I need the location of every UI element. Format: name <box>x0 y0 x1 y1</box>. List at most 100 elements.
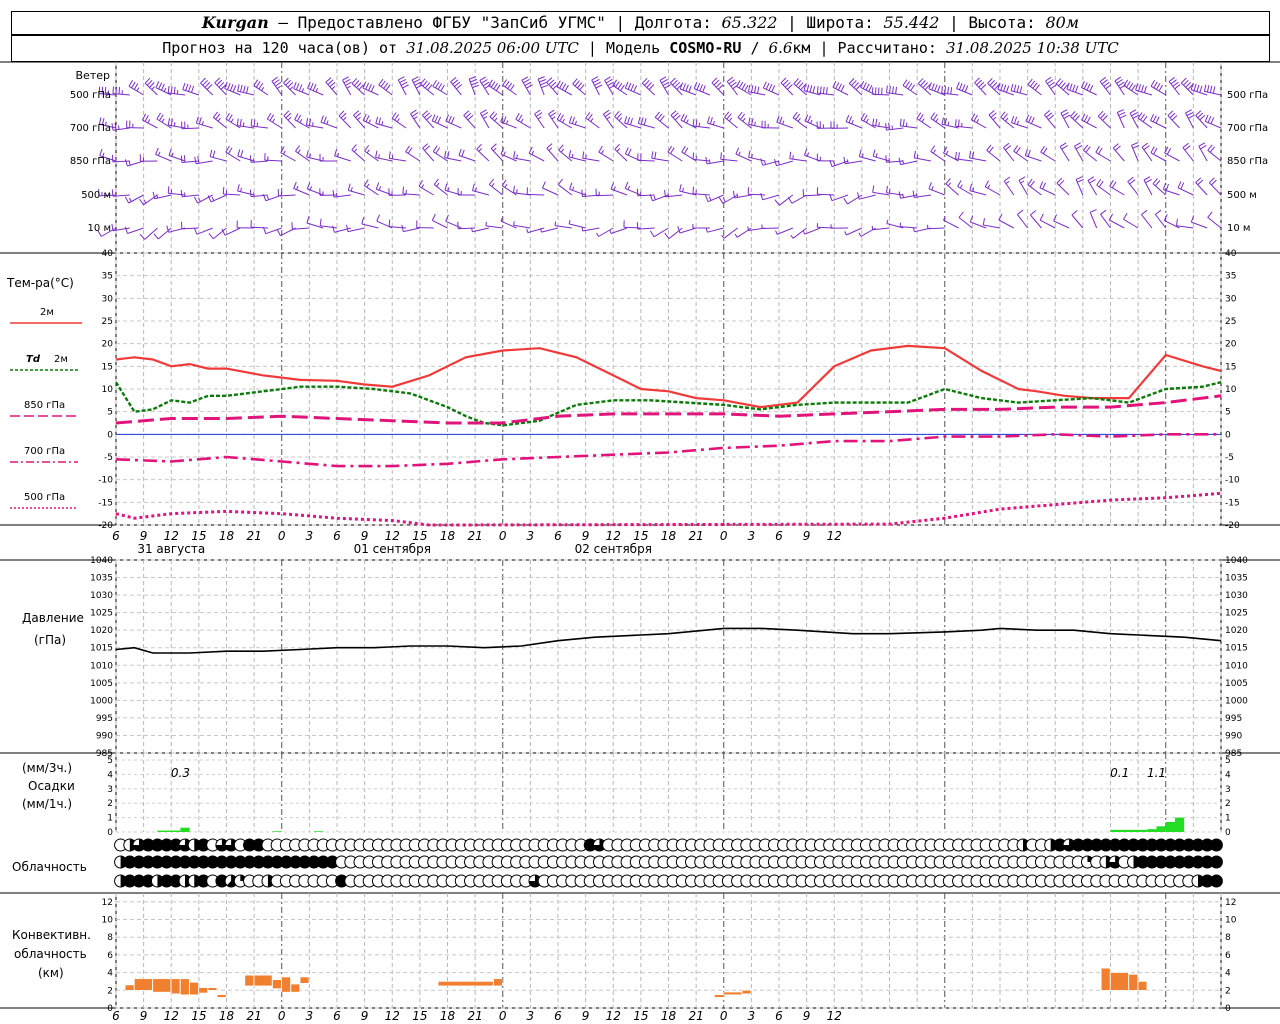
wind-barb-feather <box>1204 114 1209 122</box>
wind-barb-feather <box>450 77 457 83</box>
wind-barb-feather <box>889 86 891 94</box>
conv-cloud-bar <box>217 994 227 998</box>
wind-label: Ветер <box>76 69 110 82</box>
wind-barb-feather <box>495 84 501 91</box>
wind-barb-feather <box>630 117 633 125</box>
wind-barb-feather <box>388 219 391 227</box>
wind-barb-feather <box>1199 85 1203 93</box>
wind-barb-shaft <box>128 85 144 96</box>
wind-barb-feather <box>734 233 738 238</box>
wind-barb-feather <box>627 117 631 125</box>
wind-barb <box>1208 177 1222 196</box>
wind-barb-feather <box>1061 145 1068 150</box>
wind-barb-feather <box>266 195 270 200</box>
wind-barb-feather <box>340 112 347 119</box>
wind-barb-feather <box>718 197 724 204</box>
wind-barb-feather <box>1203 84 1207 92</box>
precip-title: Осадки <box>28 779 75 793</box>
wind-barb <box>670 110 683 129</box>
wind-barb <box>353 110 366 129</box>
wind-barb-shaft <box>476 148 490 162</box>
wind-barb-feather <box>712 120 715 126</box>
wind-barb-feather <box>505 120 509 125</box>
wind-barb <box>1150 113 1166 129</box>
wind-barb <box>568 115 586 129</box>
wind-barb-feather <box>338 110 345 117</box>
wind-barb-feather <box>1207 116 1212 123</box>
wind-barb-feather <box>793 78 799 85</box>
wind-barb-feather <box>765 82 770 90</box>
wind-barb-feather <box>809 85 813 93</box>
wind-barb-feather <box>287 117 292 121</box>
wind-barb <box>528 146 545 162</box>
wind-barb-feather <box>242 122 245 127</box>
wind-barb <box>1060 109 1071 129</box>
wind-barb-feather <box>806 152 810 157</box>
conv-x-tick-label: 12 <box>606 1009 621 1023</box>
wind-barb-feather <box>594 81 601 86</box>
wind-barb-feather <box>356 82 362 89</box>
wind-barb <box>927 224 945 230</box>
wind-barb-feather <box>124 159 128 167</box>
wind-barb-feather <box>1211 179 1217 186</box>
wind-barb-feather <box>863 114 868 122</box>
temp-y-tick-label-right: 0 <box>1225 430 1231 440</box>
wind-barb-feather <box>614 81 620 88</box>
wind-barb-feather <box>312 84 317 91</box>
wind-barb-feather <box>422 80 428 87</box>
wind-barb <box>502 79 517 96</box>
wind-barb <box>1195 110 1208 129</box>
wind-barb-feather <box>564 84 569 92</box>
wind-barb-feather <box>922 82 928 89</box>
wind-barb-feather <box>1129 179 1136 185</box>
wind-barb-feather <box>516 154 518 159</box>
wind-barb-feather <box>556 80 561 88</box>
wind-barb <box>325 77 338 96</box>
precip-bar <box>1174 817 1185 832</box>
wind-barb-feather <box>851 80 857 86</box>
wind-barb-feather <box>305 118 309 126</box>
temp-x-tick-label: 12 <box>827 529 842 543</box>
pressure-y-tick-label-right: 995 <box>1225 714 1242 724</box>
conv-cloud-bar <box>171 978 181 995</box>
precip-bar <box>180 827 190 832</box>
wind-barb-feather <box>193 227 198 235</box>
wind-barb-shaft <box>307 87 324 96</box>
wind-barb-feather <box>276 85 281 90</box>
wind-barb-feather <box>683 115 688 122</box>
wind-barb-feather <box>216 79 223 86</box>
wind-barb <box>1155 209 1167 229</box>
wind-barb <box>537 76 549 96</box>
wind-barb-feather <box>160 83 165 91</box>
wind-barb-shaft <box>450 81 462 96</box>
wind-barb-feather <box>479 76 486 82</box>
wind-barb <box>526 187 545 196</box>
wind-barb-feather <box>572 78 578 85</box>
wind-barb-feather <box>1131 111 1138 117</box>
wind-barb-feather <box>737 111 743 118</box>
wind-barb-shaft <box>1150 85 1167 96</box>
wind-barb-feather <box>427 84 433 91</box>
wind-barb-feather <box>748 117 751 125</box>
wind-barb-shaft <box>1182 147 1194 162</box>
wind-barb <box>1066 82 1084 96</box>
conv-x-tick-label: 6 <box>554 1009 562 1023</box>
wind-barb-feather <box>504 80 510 88</box>
wind-barb-feather <box>845 114 850 122</box>
pressure-y-tick-label-right: 1025 <box>1225 609 1248 619</box>
wind-barb-feather <box>1074 142 1081 147</box>
wind-barb-feather <box>289 86 294 90</box>
wind-barb-feather <box>364 145 370 152</box>
wind-barb <box>1182 142 1194 162</box>
wind-barb <box>941 86 959 96</box>
conv-cloud-bar <box>438 981 494 987</box>
wind-barb <box>1059 142 1070 162</box>
wind-barb <box>1203 84 1222 96</box>
wind-barb-feather <box>456 84 463 90</box>
wind-barb-feather <box>1185 109 1192 114</box>
wind-barb-feather <box>609 229 612 234</box>
wind-barb-feather <box>202 79 208 86</box>
wind-barb-feather <box>754 121 756 126</box>
conv-y-tick-label: 12 <box>102 898 113 908</box>
wind-barb-feather <box>595 84 603 89</box>
